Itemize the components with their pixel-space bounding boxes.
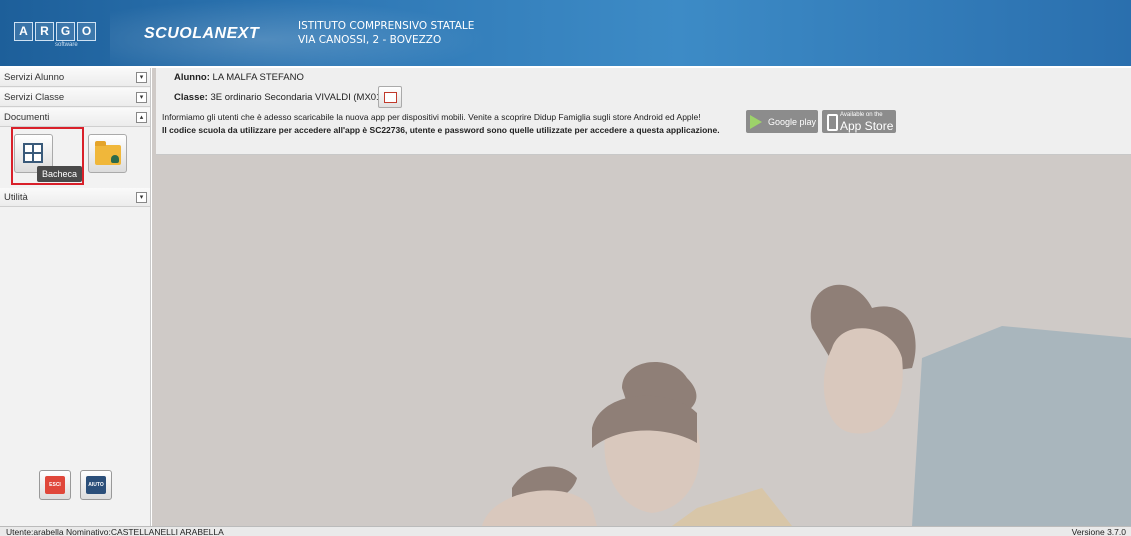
status-bar: Utente:arabella Nominativo:CASTELLANELLI… [0, 526, 1131, 536]
school-name: ISTITUTO COMPRENSIVO STATALE [298, 20, 475, 32]
school-info: ISTITUTO COMPRENSIVO STATALE VIA CANOSSI… [298, 19, 474, 47]
collapse-icon[interactable]: ▴ [136, 112, 147, 123]
documenti-folder-button[interactable] [88, 134, 127, 173]
logo-letter: O [77, 22, 96, 41]
expand-icon[interactable]: ▾ [136, 92, 147, 103]
folder-user-icon [95, 141, 121, 165]
google-play-button[interactable]: Google play [746, 110, 818, 133]
logo-subtitle: software [55, 42, 78, 48]
student-info-panel: Alunno: LA MALFA STEFANO Classe: 3E ordi… [156, 68, 1131, 155]
calendar-icon [384, 92, 397, 103]
esci-label: ESCI [45, 476, 65, 494]
classe-line: Classe: 3E ordinario Secondaria VIVALDI … [174, 92, 385, 103]
menu-label: Servizi Alunno [4, 72, 65, 83]
app-notice: Informiamo gli utenti che è adesso scari… [162, 112, 701, 122]
app-window: A R G O software SCUOLANEXT ISTITUTO COM… [0, 0, 1131, 536]
menu-servizi-classe[interactable]: Servizi Classe ▾ [0, 88, 150, 107]
menu-label: Servizi Classe [4, 92, 65, 103]
version-label: Versione 3.7.0 [1071, 527, 1126, 536]
argo-logo: A R G O [14, 22, 96, 41]
school-code-notice: Il codice scuola da utilizzare per acced… [162, 125, 720, 135]
brand-title: SCUOLANEXT [144, 25, 260, 42]
aiuto-label: AIUTO [86, 476, 106, 494]
alunno-line: Alunno: LA MALFA STEFANO [174, 72, 304, 83]
logo-letter: G [56, 22, 75, 41]
phone-icon [827, 114, 838, 131]
alunno-value: LA MALFA STEFANO [212, 72, 304, 83]
classe-label: Classe: [174, 92, 208, 103]
main-content: Alunno: LA MALFA STEFANO Classe: 3E ordi… [152, 68, 1131, 526]
alunno-label: Alunno: [174, 72, 210, 83]
app-store-button[interactable]: Available on the App Store [822, 110, 896, 133]
menu-label: Utilità [4, 192, 28, 203]
aiuto-button[interactable]: AIUTO [80, 470, 112, 500]
user-info: Utente:arabella Nominativo:CASTELLANELLI… [6, 527, 224, 536]
logo-letter: R [35, 22, 54, 41]
menu-label: Documenti [4, 112, 50, 123]
menu-documenti[interactable]: Documenti ▴ [0, 108, 150, 127]
esci-button[interactable]: ESCI [39, 470, 71, 500]
expand-icon[interactable]: ▾ [136, 72, 147, 83]
google-play-label: Google play [768, 117, 817, 127]
app-store-small: Available on the [840, 112, 883, 118]
header-bar: A R G O software SCUOLANEXT ISTITUTO COM… [0, 0, 1131, 66]
app-store-label: App Store [840, 119, 894, 133]
menu-servizi-alunno[interactable]: Servizi Alunno ▾ [0, 68, 150, 87]
play-icon [750, 115, 762, 129]
expand-icon[interactable]: ▾ [136, 192, 147, 203]
highlight-box [11, 127, 84, 185]
change-class-button[interactable] [378, 86, 402, 108]
classe-value: 3E ordinario Secondaria VIVALDI (MX01) [210, 92, 385, 103]
logo-letter: A [14, 22, 33, 41]
school-address: VIA CANOSSI, 2 - BOVEZZO [298, 34, 442, 46]
menu-utilita[interactable]: Utilità ▾ [0, 188, 150, 207]
